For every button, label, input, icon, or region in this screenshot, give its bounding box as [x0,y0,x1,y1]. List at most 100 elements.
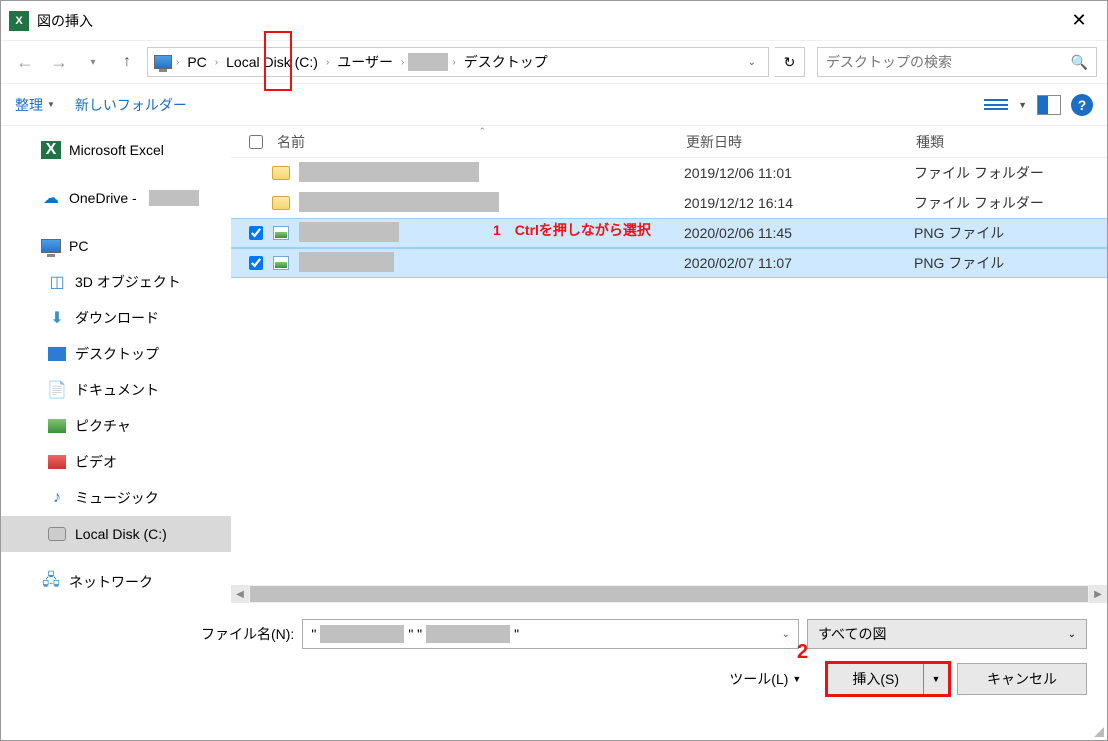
music-icon: ♪ [47,489,67,507]
address-bar[interactable]: › PC › Local Disk (C:) › ユーザー › › デスクトップ… [147,47,769,77]
toolbar: 整理▼ 新しいフォルダー ▼ ? [1,83,1107,125]
tree-music[interactable]: ♪ミュージック [1,480,231,516]
pc-icon [41,237,61,255]
file-row-image-selected[interactable]: 2020/02/07 11:07 PNG ファイル [231,248,1107,278]
redacted-name [299,162,479,182]
insert-button[interactable]: 挿入(S) ▼ [827,663,949,695]
help-button[interactable]: ? [1071,94,1093,116]
filetype-filter[interactable]: すべての図 ⌄ [807,619,1087,649]
crumb-disk[interactable]: Local Disk (C:) [222,54,322,70]
close-button[interactable]: ✕ [1059,1,1099,41]
tree-pc[interactable]: PC [1,228,231,264]
forward-button[interactable]: → [45,48,73,76]
search-icon[interactable]: 🔍 [1071,54,1088,71]
view-button[interactable] [984,95,1008,115]
tree-desktop[interactable]: デスクトップ [1,336,231,372]
picture-icon [47,417,67,435]
excel-icon: X [41,141,61,159]
tree-documents[interactable]: ドキュメント [1,372,231,408]
column-headers: ⌃名前 更新日時 種類 [231,126,1107,158]
network-icon: 🖧 [41,573,61,591]
cube-icon: ◫ [47,273,67,291]
chevron-right-icon: › [326,57,329,68]
tree-onedrive[interactable]: ☁OneDrive - [1,180,231,216]
scroll-thumb[interactable] [250,586,1088,602]
redacted-name [299,192,499,212]
chevron-right-icon: › [452,57,455,68]
window-title: 図の挿入 [37,11,93,31]
chevron-right-icon: › [401,57,404,68]
crumb-pc[interactable]: PC [183,54,210,70]
nav-tree[interactable]: XMicrosoft Excel ☁OneDrive - PC ◫3D オブジェ… [1,126,231,603]
annotation-1: 1Ctrlを押しながら選択 [493,218,651,241]
tree-downloads[interactable]: ⬇ダウンロード [1,300,231,336]
row-checkbox[interactable] [241,226,271,240]
file-row-folder[interactable]: 2019/12/12 16:14 ファイル フォルダー [231,188,1107,218]
cancel-button[interactable]: キャンセル [957,663,1087,695]
scroll-left[interactable]: ◀ [231,585,249,603]
folder-icon [271,194,291,212]
insert-split-dropdown[interactable]: ▼ [924,674,948,684]
video-icon [47,453,67,471]
new-folder-button[interactable]: 新しいフォルダー [75,95,187,115]
preview-pane-button[interactable] [1037,95,1061,115]
footer: ファイル名(N): "" "" ⌄ すべての図 ⌄ 2 ツール(L)▼ 挿入(S… [1,603,1107,705]
tree-videos[interactable]: ビデオ [1,444,231,480]
tree-localdisk[interactable]: Local Disk (C:) [1,516,231,552]
tools-button[interactable]: ツール(L)▼ [729,669,801,689]
image-icon [271,254,291,272]
redacted-name [299,252,394,272]
horizontal-scrollbar[interactable]: ◀ ▶ [231,585,1107,603]
download-icon: ⬇ [47,309,67,327]
resize-grip[interactable] [1090,723,1104,737]
file-row-folder[interactable]: 2019/12/06 11:01 ファイル フォルダー [231,158,1107,188]
crumb-users[interactable]: ユーザー [333,52,397,72]
select-all-checkbox[interactable] [241,135,271,149]
refresh-button[interactable]: ↻ [775,47,805,77]
view-dropdown[interactable]: ▼ [1018,100,1027,110]
back-button[interactable]: ← [11,48,39,76]
pc-icon [154,55,172,69]
search-box[interactable]: 🔍 [817,47,1097,77]
chevron-right-icon: › [215,57,218,68]
onedrive-icon: ☁ [41,189,61,207]
disk-icon [47,525,67,543]
redacted-name [299,222,399,242]
tree-network[interactable]: 🖧ネットワーク [1,564,231,600]
chevron-down-icon[interactable]: ⌄ [782,629,790,640]
row-checkbox[interactable] [241,256,271,270]
col-name[interactable]: ⌃名前 [271,132,686,152]
document-icon [47,381,67,399]
crumb-user-redacted[interactable] [408,53,448,71]
file-row-image-selected[interactable]: 2020/02/06 11:45 PNG ファイル [231,218,1107,248]
desktop-icon [47,345,67,363]
redacted-filename [426,625,510,643]
tree-pictures[interactable]: ピクチャ [1,408,231,444]
filename-label: ファイル名(N): [201,624,294,644]
scroll-right[interactable]: ▶ [1089,585,1107,603]
crumb-desktop[interactable]: デスクトップ [460,52,552,72]
image-icon [271,224,291,242]
excel-icon: X [9,11,29,31]
redacted-filename [320,625,404,643]
chevron-down-icon[interactable]: ⌄ [1068,629,1076,640]
redacted [149,190,199,206]
tree-3d[interactable]: ◫3D オブジェクト [1,264,231,300]
file-list: ⌃名前 更新日時 種類 2019/12/06 11:01 ファイル フォルダー … [231,126,1107,603]
col-type[interactable]: 種類 [916,132,1107,152]
folder-icon [271,164,291,182]
sort-indicator: ⌃ [479,126,487,137]
chevron-right-icon: › [176,57,179,68]
filename-combo[interactable]: "" "" ⌄ [302,619,799,649]
annotation-2: 2 [797,641,808,664]
col-date[interactable]: 更新日時 [686,132,916,152]
address-dropdown[interactable]: ⌄ [742,57,762,68]
history-dropdown[interactable]: ▾ [79,48,107,76]
organize-button[interactable]: 整理▼ [15,95,55,115]
navbar: ← → ▾ ↑ › PC › Local Disk (C:) › ユーザー › … [1,41,1107,83]
titlebar: X 図の挿入 ✕ [1,1,1107,41]
up-button[interactable]: ↑ [113,48,141,76]
tree-excel[interactable]: XMicrosoft Excel [1,132,231,168]
body: XMicrosoft Excel ☁OneDrive - PC ◫3D オブジェ… [1,125,1107,603]
search-input[interactable] [826,54,1071,70]
